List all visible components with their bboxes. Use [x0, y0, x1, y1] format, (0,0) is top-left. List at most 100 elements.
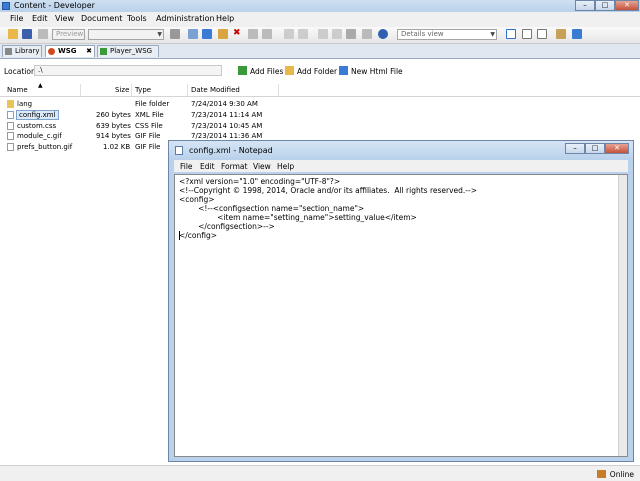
- list-item[interactable]: lang File folder 7/24/2014 9:30 AM: [0, 99, 280, 109]
- tab-bar: Library WSG ✖ Player_WSG: [0, 44, 640, 59]
- code-line: <!--Copyright © 1998, 2014, Oracle and/o…: [179, 186, 477, 195]
- details-view-icon[interactable]: [506, 29, 516, 39]
- location-bar: Location: .\ Add Files Add Folder New Ht…: [0, 63, 640, 79]
- new-html-file-button[interactable]: New Html File: [339, 66, 403, 76]
- add-files-button[interactable]: Add Files: [238, 66, 283, 76]
- location-input[interactable]: .\: [34, 65, 222, 76]
- notepad-title-bar[interactable]: config.xml - Notepad – □ ✕: [169, 141, 633, 158]
- menu-document[interactable]: Document: [81, 14, 122, 23]
- find-icon[interactable]: [346, 29, 356, 39]
- check-icon: [100, 48, 107, 55]
- app-icon: [2, 2, 10, 10]
- file-size: 1.02 KB: [103, 143, 131, 151]
- notepad-menu-file[interactable]: File: [180, 162, 193, 171]
- print-icon[interactable]: [38, 29, 48, 39]
- file-type: CSS File: [135, 122, 163, 130]
- menu-edit[interactable]: Edit: [32, 14, 48, 23]
- code-line: <!--<configsection name="section_name">: [179, 204, 365, 213]
- column-date-modified[interactable]: Date Modified: [191, 86, 240, 94]
- new-html-file-icon: [339, 66, 348, 75]
- file-date: 7/24/2014 9:30 AM: [191, 100, 258, 108]
- menu-view[interactable]: View: [55, 14, 74, 23]
- paste-icon[interactable]: [218, 29, 228, 39]
- app-title-bar: Content - Developer – □ ✕: [0, 0, 640, 12]
- tab-wsg[interactable]: WSG ✖: [45, 45, 95, 57]
- notepad-title: config.xml - Notepad: [189, 146, 273, 155]
- minimize-button[interactable]: –: [575, 0, 595, 11]
- notepad-menu-view[interactable]: View: [253, 162, 271, 171]
- menu-help[interactable]: Help: [216, 14, 234, 23]
- notepad-scrollbar[interactable]: [618, 175, 627, 456]
- columns-view-icon[interactable]: [537, 29, 547, 39]
- status-text: Online: [609, 470, 634, 479]
- add-folder-button[interactable]: Add Folder: [285, 66, 337, 76]
- list-view-icon[interactable]: [522, 29, 532, 39]
- css-file-icon: [7, 122, 14, 130]
- file-name: prefs_button.gif: [17, 143, 73, 151]
- window-icon[interactable]: [556, 29, 566, 39]
- column-name[interactable]: Name: [7, 86, 28, 94]
- column-type[interactable]: Type: [135, 86, 151, 94]
- redo-icon[interactable]: [262, 29, 272, 39]
- cut-icon[interactable]: [202, 29, 212, 39]
- column-divider: [278, 84, 279, 96]
- forward-icon[interactable]: [298, 29, 308, 39]
- code-line: <item name="setting_name">setting_value<…: [179, 213, 417, 222]
- toolbar-combo[interactable]: ▼: [88, 29, 164, 40]
- menu-administration[interactable]: Administration: [156, 14, 215, 23]
- back-icon[interactable]: [284, 29, 294, 39]
- file-type: GIF File: [135, 132, 161, 140]
- list-item[interactable]: custom.css 639 bytes CSS File 7/23/2014 …: [0, 121, 280, 131]
- save-icon[interactable]: [22, 29, 32, 39]
- toolbar: Preview ▼ ✖ Details view ▼: [0, 27, 640, 44]
- view-select[interactable]: Details view ▼: [397, 29, 497, 40]
- stop-icon[interactable]: [170, 29, 180, 39]
- column-size[interactable]: Size: [115, 86, 129, 94]
- add-folder-icon: [285, 66, 294, 75]
- add-files-icon: [238, 66, 247, 75]
- layout-icon[interactable]: [572, 29, 582, 39]
- close-icon[interactable]: ✖: [86, 46, 92, 57]
- tab-library[interactable]: Library: [2, 45, 42, 57]
- notepad-text-area[interactable]: <?xml version="1.0" encoding="UTF-8"?> <…: [174, 174, 628, 457]
- notepad-icon: [175, 146, 183, 155]
- copy-icon[interactable]: [188, 29, 198, 39]
- file-type: XML File: [135, 111, 164, 119]
- column-divider: [80, 84, 81, 96]
- zoom-out-icon[interactable]: [318, 29, 328, 39]
- notepad-minimize-button[interactable]: –: [565, 143, 585, 154]
- tab-label: Library: [15, 47, 40, 55]
- file-size: 639 bytes: [96, 122, 131, 130]
- gif-file-icon: [7, 143, 14, 151]
- close-button[interactable]: ✕: [615, 0, 639, 11]
- help-icon[interactable]: [378, 29, 388, 39]
- maximize-button[interactable]: □: [595, 0, 615, 11]
- menu-file[interactable]: File: [10, 14, 23, 23]
- xml-file-icon: [7, 111, 14, 119]
- zoom-in-icon[interactable]: [332, 29, 342, 39]
- delete-icon[interactable]: ✖: [233, 28, 241, 38]
- list-item[interactable]: config.xml 260 bytes XML File 7/23/2014 …: [0, 110, 280, 120]
- replace-icon[interactable]: [362, 29, 372, 39]
- open-icon[interactable]: [8, 29, 18, 39]
- notepad-window: config.xml - Notepad – □ ✕ File Edit For…: [168, 140, 634, 462]
- code-line: </configsection>-->: [179, 222, 275, 231]
- notepad-menu-edit[interactable]: Edit: [200, 162, 215, 171]
- file-size: 914 bytes: [96, 132, 131, 140]
- notepad-menu-format[interactable]: Format: [221, 162, 247, 171]
- undo-icon[interactable]: [248, 29, 258, 39]
- file-name: module_c.gif: [17, 132, 62, 140]
- file-size: 260 bytes: [96, 111, 131, 119]
- site-icon: [48, 48, 55, 55]
- notepad-close-button[interactable]: ✕: [605, 143, 629, 154]
- column-divider: [187, 84, 188, 96]
- tab-label: WSG: [58, 47, 77, 55]
- tab-player-wsg[interactable]: Player_WSG: [97, 45, 159, 57]
- notepad-maximize-button[interactable]: □: [585, 143, 605, 154]
- notepad-menu-help[interactable]: Help: [277, 162, 294, 171]
- folder-icon: [7, 100, 14, 108]
- menu-tools[interactable]: Tools: [127, 14, 147, 23]
- preview-button[interactable]: Preview: [52, 29, 85, 40]
- library-icon: [5, 48, 12, 55]
- network-icon: [597, 470, 606, 478]
